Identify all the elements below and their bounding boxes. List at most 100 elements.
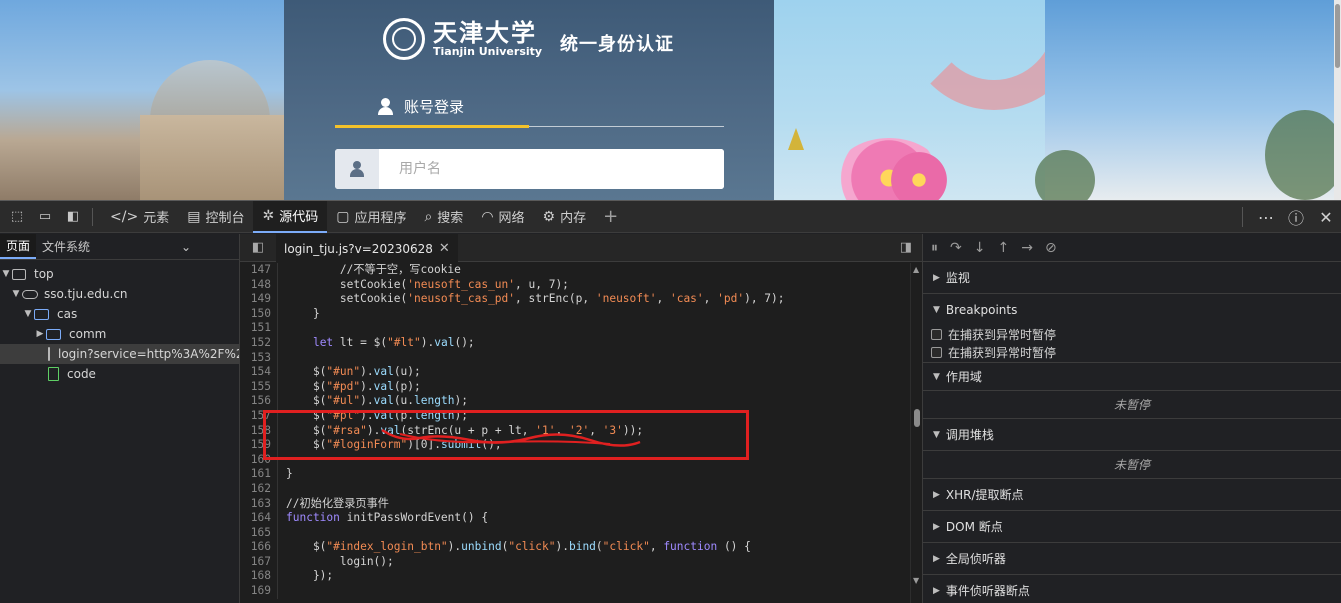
- section-watch[interactable]: ▶ 监视: [923, 262, 1341, 294]
- code-line[interactable]: 161}: [240, 467, 910, 482]
- inspect-element-icon[interactable]: ⬚: [6, 206, 28, 228]
- line-number[interactable]: 154: [240, 365, 278, 380]
- tab-account-login[interactable]: 账号登录: [376, 96, 464, 117]
- tree-item-comm[interactable]: ▶ comm: [0, 324, 239, 344]
- code-line[interactable]: 162: [240, 481, 910, 497]
- editor-scrollbar[interactable]: ▲ ▼: [910, 263, 922, 603]
- code-line[interactable]: 154 $("#un").val(u);: [240, 365, 910, 380]
- deactivate-breakpoints-icon[interactable]: ⊘: [1045, 240, 1057, 256]
- section-global-listeners[interactable]: ▶ 全局侦听器: [923, 543, 1341, 575]
- line-number[interactable]: 161: [240, 467, 278, 482]
- step-out-icon[interactable]: ↑: [997, 240, 1009, 256]
- code-line[interactable]: 169: [240, 584, 910, 599]
- tab-sources[interactable]: ✲ 源代码: [253, 200, 328, 233]
- chevron-down-icon[interactable]: ⌄: [175, 234, 239, 259]
- section-xhr-breakpoints[interactable]: ▶ XHR/提取断点: [923, 479, 1341, 511]
- checkbox-icon[interactable]: [931, 329, 942, 340]
- collapse-arrow-icon[interactable]: ▶: [34, 329, 46, 339]
- code-text: //初始化登录页事件: [286, 496, 389, 510]
- code-line[interactable]: 148 setCookie('neusoft_cas_un', u, 7);: [240, 277, 910, 293]
- scroll-up-icon[interactable]: ▲: [913, 265, 919, 274]
- code-line[interactable]: 150 }: [240, 306, 910, 322]
- line-number[interactable]: 148: [240, 277, 278, 293]
- tab-memory[interactable]: ⚙ 内存: [534, 201, 596, 233]
- step-icon[interactable]: →: [1021, 240, 1033, 256]
- pause-icon[interactable]: ⏸: [931, 240, 938, 256]
- scroll-down-icon[interactable]: ▼: [913, 576, 919, 585]
- code-line[interactable]: 151: [240, 321, 910, 336]
- code-line[interactable]: 147 //不等于空，写cookie: [240, 263, 910, 278]
- code-line[interactable]: 149 setCookie('neusoft_cas_pd', strEnc(p…: [240, 292, 910, 307]
- more-options-icon[interactable]: ⋯: [1251, 208, 1281, 227]
- tree-item-domain[interactable]: ▼ sso.tju.edu.cn: [0, 284, 239, 304]
- tree-item-code[interactable]: code: [0, 364, 239, 384]
- tree-item-login[interactable]: login?service=http%3A%2F%2F: [0, 344, 239, 364]
- expand-arrow-icon[interactable]: ▼: [22, 309, 34, 319]
- tab-elements[interactable]: </> 元素: [101, 201, 178, 233]
- code-line[interactable]: 155 $("#pd").val(p);: [240, 379, 910, 395]
- line-number[interactable]: 164: [240, 511, 278, 526]
- section-call-stack[interactable]: ▼ 调用堆栈: [923, 419, 1341, 451]
- section-breakpoints[interactable]: ▼ Breakpoints: [923, 294, 1341, 326]
- tab-application[interactable]: ▢ 应用程序: [327, 201, 415, 233]
- page-scrollbar[interactable]: [1334, 0, 1341, 200]
- username-input[interactable]: [379, 149, 724, 189]
- code-line[interactable]: 167 login();: [240, 554, 910, 570]
- line-number[interactable]: 166: [240, 540, 278, 555]
- section-dom-breakpoints[interactable]: ▶ DOM 断点: [923, 511, 1341, 543]
- help-icon[interactable]: ⓘ: [1281, 205, 1311, 229]
- code-text: login();: [286, 554, 394, 568]
- code-line[interactable]: 166 $("#index_login_btn").unbind("click"…: [240, 540, 910, 555]
- line-number[interactable]: 152: [240, 335, 278, 351]
- line-number[interactable]: 167: [240, 554, 278, 570]
- toggle-navigator-icon[interactable]: ◧: [240, 240, 276, 255]
- code-line[interactable]: 152 let lt = $("#lt").val();: [240, 335, 910, 351]
- code-line[interactable]: 163 //初始化登录页事件: [240, 496, 910, 512]
- nav-tab-filesystem[interactable]: 文件系统: [36, 234, 96, 259]
- tree-item-top[interactable]: ▼ top: [0, 264, 239, 284]
- section-event-listener-breakpoints[interactable]: ▶ 事件侦听器断点: [923, 575, 1341, 603]
- tab-console[interactable]: ▤ 控制台: [178, 201, 253, 233]
- toggle-sidebar-icon[interactable]: ◧: [62, 206, 84, 228]
- decorative-illustration: [774, 0, 1045, 200]
- pause-on-uncaught-checkbox[interactable]: 在捕获到异常时暂停: [923, 326, 1341, 343]
- expand-arrow-icon[interactable]: ▼: [0, 269, 12, 279]
- line-number[interactable]: 149: [240, 292, 278, 307]
- close-icon[interactable]: ✕: [1311, 208, 1341, 227]
- add-tab-button[interactable]: +: [595, 201, 626, 233]
- pause-on-caught-checkbox[interactable]: 在捕获到异常时暂停: [923, 343, 1341, 363]
- line-number[interactable]: 150: [240, 306, 278, 322]
- line-number[interactable]: 163: [240, 496, 278, 512]
- step-into-icon[interactable]: ↓: [974, 240, 986, 256]
- tab-network[interactable]: ◠ 网络: [472, 201, 533, 233]
- line-number[interactable]: 169: [240, 584, 278, 599]
- line-number[interactable]: 155: [240, 379, 278, 395]
- code-line[interactable]: 164 function initPassWordEvent() {: [240, 511, 910, 526]
- tab-account-login-label: 账号登录: [404, 98, 465, 116]
- line-number[interactable]: 153: [240, 350, 278, 366]
- section-scope[interactable]: ▼ 作用域: [923, 363, 1341, 391]
- close-tab-icon[interactable]: ✕: [439, 241, 450, 256]
- tree-item-cas[interactable]: ▼ cas: [0, 304, 239, 324]
- code-line[interactable]: 156 $("#ul").val(u.length);: [240, 394, 910, 409]
- line-number[interactable]: 162: [240, 481, 278, 497]
- username-field: [335, 149, 724, 189]
- line-number[interactable]: 156: [240, 394, 278, 409]
- toggle-debugger-icon[interactable]: ◨: [900, 240, 912, 255]
- device-emulation-icon[interactable]: ▭: [34, 206, 56, 228]
- line-number[interactable]: 147: [240, 263, 278, 278]
- code-line[interactable]: 153: [240, 350, 910, 366]
- tab-search[interactable]: ⌕ 搜索: [415, 201, 472, 233]
- gear-icon: ⚙: [542, 208, 556, 225]
- editor-file-tab[interactable]: login_tju.js?v=20230628 ✕: [276, 233, 458, 262]
- line-number[interactable]: 151: [240, 321, 278, 336]
- system-title: 统一身份认证: [560, 34, 674, 55]
- nav-tab-page[interactable]: 页面: [0, 234, 37, 259]
- checkbox-icon[interactable]: [931, 347, 942, 358]
- code-line[interactable]: 165: [240, 525, 910, 541]
- step-over-icon[interactable]: ↷: [950, 240, 962, 256]
- code-line[interactable]: 168 });: [240, 569, 910, 585]
- expand-arrow-icon[interactable]: ▼: [10, 289, 22, 299]
- line-number[interactable]: 165: [240, 525, 278, 541]
- line-number[interactable]: 168: [240, 569, 278, 585]
